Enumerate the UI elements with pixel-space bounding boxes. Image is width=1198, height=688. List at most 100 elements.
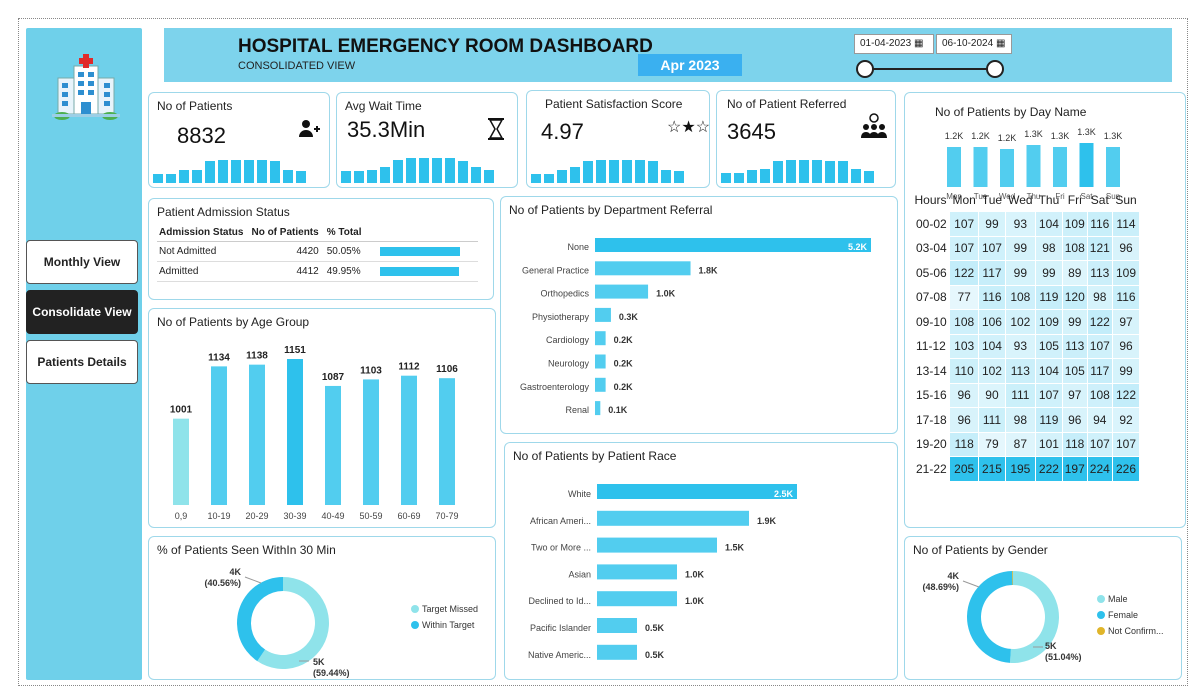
date-from-input[interactable]: 01-04-2023 ▦ [854,34,934,54]
data-label: 1112 [398,362,420,373]
heatmap-cell: 103 [949,333,980,359]
category-label: Two or More ... [531,543,591,553]
bar [595,354,606,369]
heatmap-cell: 87 [1004,431,1037,457]
spark-bar [231,159,241,183]
date-from-value: 01-04-2023 [860,38,912,49]
spark-bar [296,171,306,183]
data-label: 1.8K [699,265,719,275]
heatmap-cell: 89 [1061,260,1088,286]
heatmap-cell: 107 [1111,431,1141,457]
heatmap-cell: 114 [1111,211,1141,237]
legend-marker [411,621,419,629]
spark-bar [531,173,541,183]
column-header[interactable]: No of Patients [249,225,325,242]
heatmap-cell: 102 [978,358,1006,384]
heatmap-cell: 107 [949,211,980,237]
kpi-title: Avg Wait Time [345,99,422,113]
heatmap-row: 13-14 110 102 113 104 105 117 99 [910,358,1141,384]
bar [595,284,649,299]
spark-bar [458,160,468,183]
column-header[interactable]: % Total [324,225,368,242]
day-bar [1000,149,1014,187]
column-header-day[interactable]: Mon [950,193,979,212]
spark-bar [773,160,783,183]
column-header[interactable]: Admission Status [157,225,250,242]
bar [597,591,677,607]
heatmap-row: 19-20 118 79 87 101 118 107 107 [910,431,1141,457]
column-header-day[interactable]: Tue [979,193,1005,212]
heatmap-cell: 77 [949,284,980,310]
heatmap-cell: 121 [1086,235,1113,261]
heatmap-cell: 113 [1061,333,1088,359]
column-header-day[interactable]: Wed [1005,193,1035,212]
heatmap-cell: 111 [978,407,1006,433]
spark-bar [257,159,267,183]
heatmap-cell: 107 [1035,382,1063,408]
bar [595,331,606,346]
date-to-input[interactable]: 06-10-2024 ▦ [936,34,1012,54]
bar [595,307,611,322]
pct-bar [379,267,460,276]
patients-details-button[interactable]: Patients Details [26,340,138,384]
data-label: 5.2K [848,242,868,252]
heatmap-cell: 102 [1004,309,1037,335]
category-label: Renal [565,405,589,415]
data-label: 1.3K [1104,131,1123,141]
month-badge: Apr 2023 [638,54,742,76]
heatmap-cell: 108 [1004,284,1037,310]
hospital-icon [52,54,120,120]
column-header-hours[interactable]: Hours [912,193,950,212]
heatmap-cell: 98 [1004,407,1037,433]
date-to-value: 06-10-2024 [942,38,994,49]
category-label: None [567,242,589,252]
table-row[interactable]: Admitted 4412 49.95% [157,261,478,282]
heatmap-row: 07-08 77 116 108 119 120 98 116 [910,284,1141,310]
spark-bar [799,159,809,183]
cell-pct: 50.05% [324,241,368,262]
table-row[interactable]: Not Admitted 4420 50.05% [157,241,478,262]
data-label: 1151 [284,345,306,356]
kpi-title: Patient Satisfaction Score [545,97,683,111]
category-label: Declined to Id... [528,596,591,606]
page-subtitle: CONSOLIDATED VIEW [238,60,356,72]
tick-label: 50-59 [359,511,382,521]
gender-chart: Male Female Not Confirm... 4K(48.69%) 5K(51.… [922,571,1164,663]
spark-bar [192,170,202,183]
column-header-day[interactable]: Thu [1036,193,1063,212]
spark-bar [432,158,442,183]
donut-slice [237,577,283,662]
kpi-card-patients: No of Patients 8832 [148,92,330,188]
data-label: 1.3K [1024,129,1043,139]
hour-label: 15-16 [910,382,951,408]
spark-bar [583,160,593,183]
column-header-day[interactable]: Sun [1112,193,1139,212]
column-header-day[interactable]: Sat [1087,193,1112,212]
date-range-slider-track[interactable] [866,68,996,70]
spark-bar [270,160,280,183]
spark-bar [635,159,645,183]
data-label: 2.5K [774,489,794,499]
add-user-icon [299,120,320,137]
day-name-chart: 1.2KMon1.2KTue1.2KWed1.3KThu1.3KFri1.3KS… [945,127,1123,201]
category-label: General Practice [522,265,589,275]
legend-label: Target Missed [422,604,478,614]
heatmap-row: 15-16 96 90 111 107 97 108 122 [910,382,1141,408]
column-header-day[interactable]: Fri [1062,193,1087,212]
cell-status: Admitted [157,261,250,282]
spark-bar [218,159,228,183]
date-range-start-handle[interactable] [856,60,874,78]
spark-bar [734,172,744,183]
consolidate-view-button[interactable]: Consolidate View [26,290,138,334]
legend-marker [1097,595,1105,603]
heatmap-cell: 107 [1086,431,1113,457]
spark-bar [179,170,189,183]
cell-count: 4412 [249,261,325,282]
spark-bar [244,159,254,183]
data-label: 0.2K [614,359,634,369]
spark-bar [648,160,658,183]
day-name-card: No of Patients by Day Name 1.2K Mon 1.2K Tu… [904,92,1186,528]
date-range-end-handle[interactable] [986,60,1004,78]
spark-bar [205,160,215,183]
monthly-view-button[interactable]: Monthly View [26,240,138,284]
